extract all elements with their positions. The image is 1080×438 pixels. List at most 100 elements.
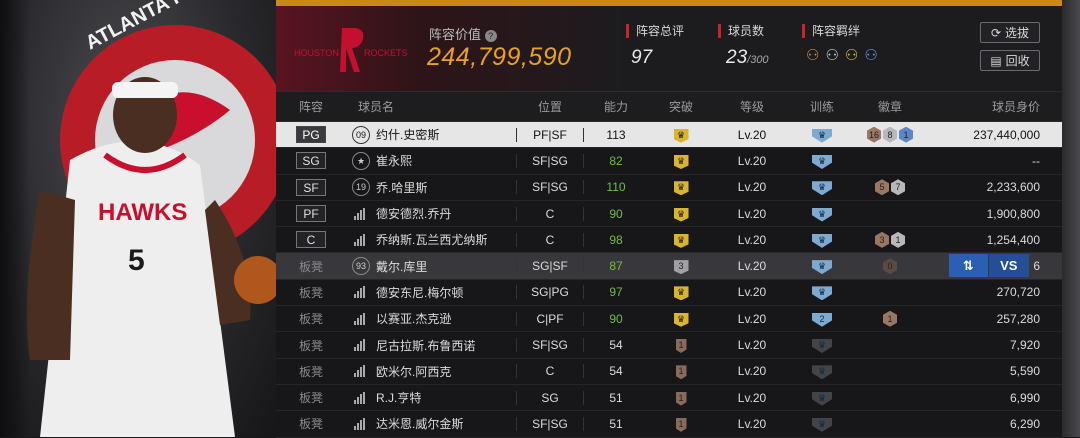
training-icon: ♛ — [812, 339, 832, 354]
slot-cell[interactable]: SF — [276, 178, 346, 196]
col-position: 位置 — [537, 100, 562, 114]
breakthrough-cell[interactable]: 1 — [648, 337, 714, 354]
badge-icon[interactable]: 5 — [875, 179, 889, 196]
player-name-cell[interactable]: R.J.亨特 — [346, 389, 516, 406]
player-name-cell[interactable]: ★ 崔永熙 — [346, 151, 516, 170]
slot-label: 板凳 — [298, 417, 323, 432]
player-name-cell[interactable]: 尼古拉斯.布鲁西诺 — [346, 337, 516, 354]
bond-icon-3[interactable]: ⚇ — [845, 46, 858, 64]
table-row[interactable]: C 乔纳斯.瓦兰西尤纳斯 C 98 ♛ Lv.20 ♛ 3 1 1,254,400 — [276, 227, 1062, 254]
breakthrough-cell[interactable]: ♛ — [648, 153, 714, 169]
slot-cell[interactable]: 板凳 — [276, 363, 346, 380]
badge-icon[interactable]: 1 — [883, 310, 897, 327]
badge-icon[interactable]: 1 — [891, 231, 905, 248]
slot-cell[interactable]: PF — [276, 205, 346, 223]
slot-cell[interactable]: SG — [276, 152, 346, 170]
signal-bars-icon — [354, 286, 368, 299]
breakthrough-cell[interactable]: 1 — [648, 390, 714, 406]
player-name-cell[interactable]: 09 约什.史密斯 — [346, 125, 516, 144]
player-name-cell[interactable]: 德安东尼.梅尔顿 — [346, 284, 516, 301]
player-name-cell[interactable]: 19 乔.哈里斯 — [346, 178, 516, 197]
training-cell[interactable]: ♛ — [790, 127, 854, 143]
training-cell[interactable]: ♛ — [790, 206, 854, 222]
training-cell[interactable]: ♛ — [790, 363, 854, 380]
crown-icon: 3 — [673, 260, 689, 275]
player-name-cell[interactable]: 93 戴尔.库里 — [346, 257, 516, 276]
breakthrough-cell[interactable]: ♛ — [648, 284, 714, 301]
slot-cell[interactable]: 板凳 — [276, 415, 346, 432]
help-icon[interactable]: ? — [484, 30, 497, 42]
bond-icons[interactable]: ⚇ ⚇ ⚇ ⚇ — [806, 46, 878, 64]
breakthrough-cell[interactable]: ♛ — [648, 206, 714, 222]
table-row[interactable]: 板凳 93 戴尔.库里 SG|SF 87 3 Lv.20 ♛ 0 6 ⇅ VS — [276, 253, 1062, 280]
breakthrough-cell[interactable]: ♛ — [648, 232, 714, 248]
training-cell[interactable]: ♛ — [790, 284, 854, 301]
training-cell[interactable]: ♛ — [790, 258, 854, 275]
badge-icon[interactable]: 3 — [875, 231, 889, 248]
slot-cell[interactable]: C — [276, 231, 346, 249]
table-row[interactable]: 板凳 欧米尔.阿西克 C 54 1 Lv.20 ♛ 5,590 — [276, 359, 1062, 385]
recycle-button[interactable]: ▤ 回收 — [980, 50, 1040, 71]
bond-icon-4[interactable]: ⚇ — [864, 46, 877, 64]
badges-cell[interactable]: 1 — [854, 310, 926, 327]
crown-icon: 1 — [675, 339, 687, 354]
training-icon: ♛ — [812, 181, 832, 196]
badge-icon[interactable]: 1 — [899, 126, 913, 143]
training-cell[interactable]: 2 — [790, 311, 854, 327]
position-cell: SG — [516, 390, 584, 405]
player-name-cell[interactable]: 达米恩.威尔金斯 — [346, 415, 516, 432]
slot-label: 板凳 — [298, 285, 323, 300]
training-cell[interactable]: ♛ — [790, 153, 854, 169]
badges-cell[interactable]: 31 — [854, 231, 926, 248]
compare-vs-button[interactable]: VS — [988, 254, 1029, 278]
table-row[interactable]: PG 09 约什.史密斯 PF|SF 113 ♛ Lv.20 ♛ 16 8 1 237,440,000 — [276, 122, 1062, 149]
breakthrough-cell[interactable]: ♛ — [648, 311, 714, 327]
col-slot: 阵容 — [298, 100, 323, 114]
badge-icon[interactable]: 0 — [883, 258, 897, 275]
player-name-cell[interactable]: 欧米尔.阿西克 — [346, 363, 516, 380]
training-cell[interactable]: ♛ — [790, 232, 854, 248]
badges-cell[interactable]: 16 8 1 — [854, 126, 926, 143]
breakthrough-cell[interactable]: ♛ — [648, 179, 714, 196]
slot-cell[interactable]: 板凳 — [276, 310, 346, 327]
table-row[interactable]: 板凳 达米恩.威尔金斯 SF|SG 51 1 Lv.20 ♛ 6,290 — [276, 411, 1062, 438]
level-cell: Lv.20 — [737, 153, 767, 168]
position-cell: C — [516, 206, 584, 221]
training-cell[interactable]: ♛ — [790, 416, 854, 432]
slot-cell[interactable]: 板凳 — [276, 284, 346, 301]
player-name-cell[interactable]: 乔纳斯.瓦兰西尤纳斯 — [346, 231, 516, 248]
table-row[interactable]: 板凳 以赛亚.杰克逊 C|PF 90 ♛ Lv.20 2 1 257,280 — [276, 306, 1062, 333]
badge-icon[interactable]: 16 — [867, 126, 881, 143]
bond-icon-2[interactable]: ⚇ — [825, 46, 838, 64]
table-row[interactable]: PF 德安德烈.乔丹 C 90 ♛ Lv.20 ♛ 1,900,800 — [276, 201, 1062, 228]
table-row[interactable]: SG ★ 崔永熙 SF|SG 82 ♛ Lv.20 ♛ -- — [276, 148, 1062, 175]
bond-icon-1[interactable]: ⚇ — [806, 46, 819, 64]
table-row[interactable]: 板凳 R.J.亨特 SG 51 1 Lv.20 ♛ 6,990 — [276, 385, 1062, 412]
slot-cell[interactable]: 板凳 — [276, 389, 346, 406]
breakthrough-cell[interactable]: 1 — [648, 363, 714, 380]
breakthrough-cell[interactable]: 1 — [648, 416, 714, 432]
player-name: 达米恩.威尔金斯 — [376, 417, 464, 432]
table-row[interactable]: 板凳 德安东尼.梅尔顿 SG|PG 97 ♛ Lv.20 ♛ 270,720 — [276, 280, 1062, 307]
select-button[interactable]: ⟳ 选拔 — [980, 22, 1040, 43]
training-cell[interactable]: ♛ — [790, 390, 854, 406]
badge-icon[interactable]: 8 — [883, 126, 897, 143]
table-row[interactable]: 板凳 尼古拉斯.布鲁西诺 SF|SG 54 1 Lv.20 ♛ 7,920 — [276, 332, 1062, 359]
slot-cell[interactable]: PG — [276, 126, 346, 144]
breakthrough-cell[interactable]: 3 — [648, 258, 714, 275]
badge-icon[interactable]: 7 — [891, 179, 905, 196]
breakthrough-cell[interactable]: ♛ — [648, 127, 714, 143]
slot-cell[interactable]: 板凳 — [276, 258, 346, 275]
training-cell[interactable]: ♛ — [790, 337, 854, 354]
badges-cell[interactable]: 0 — [854, 258, 926, 275]
swap-button[interactable]: ⇅ — [949, 254, 988, 278]
table-row[interactable]: SF 19 乔.哈里斯 SF|SG 110 ♛ Lv.20 ♛ 5 7 2,233,600 — [276, 175, 1062, 201]
player-value-cell: 7,920 — [1009, 338, 1040, 353]
logo-text-right: ROCKETS — [364, 48, 408, 58]
level-cell: Lv.20 — [737, 206, 767, 221]
badges-cell[interactable]: 57 — [854, 179, 926, 196]
slot-cell[interactable]: 板凳 — [276, 337, 346, 354]
training-cell[interactable]: ♛ — [790, 179, 854, 196]
player-name-cell[interactable]: 德安德烈.乔丹 — [346, 205, 516, 222]
player-name-cell[interactable]: 以赛亚.杰克逊 — [346, 310, 516, 327]
